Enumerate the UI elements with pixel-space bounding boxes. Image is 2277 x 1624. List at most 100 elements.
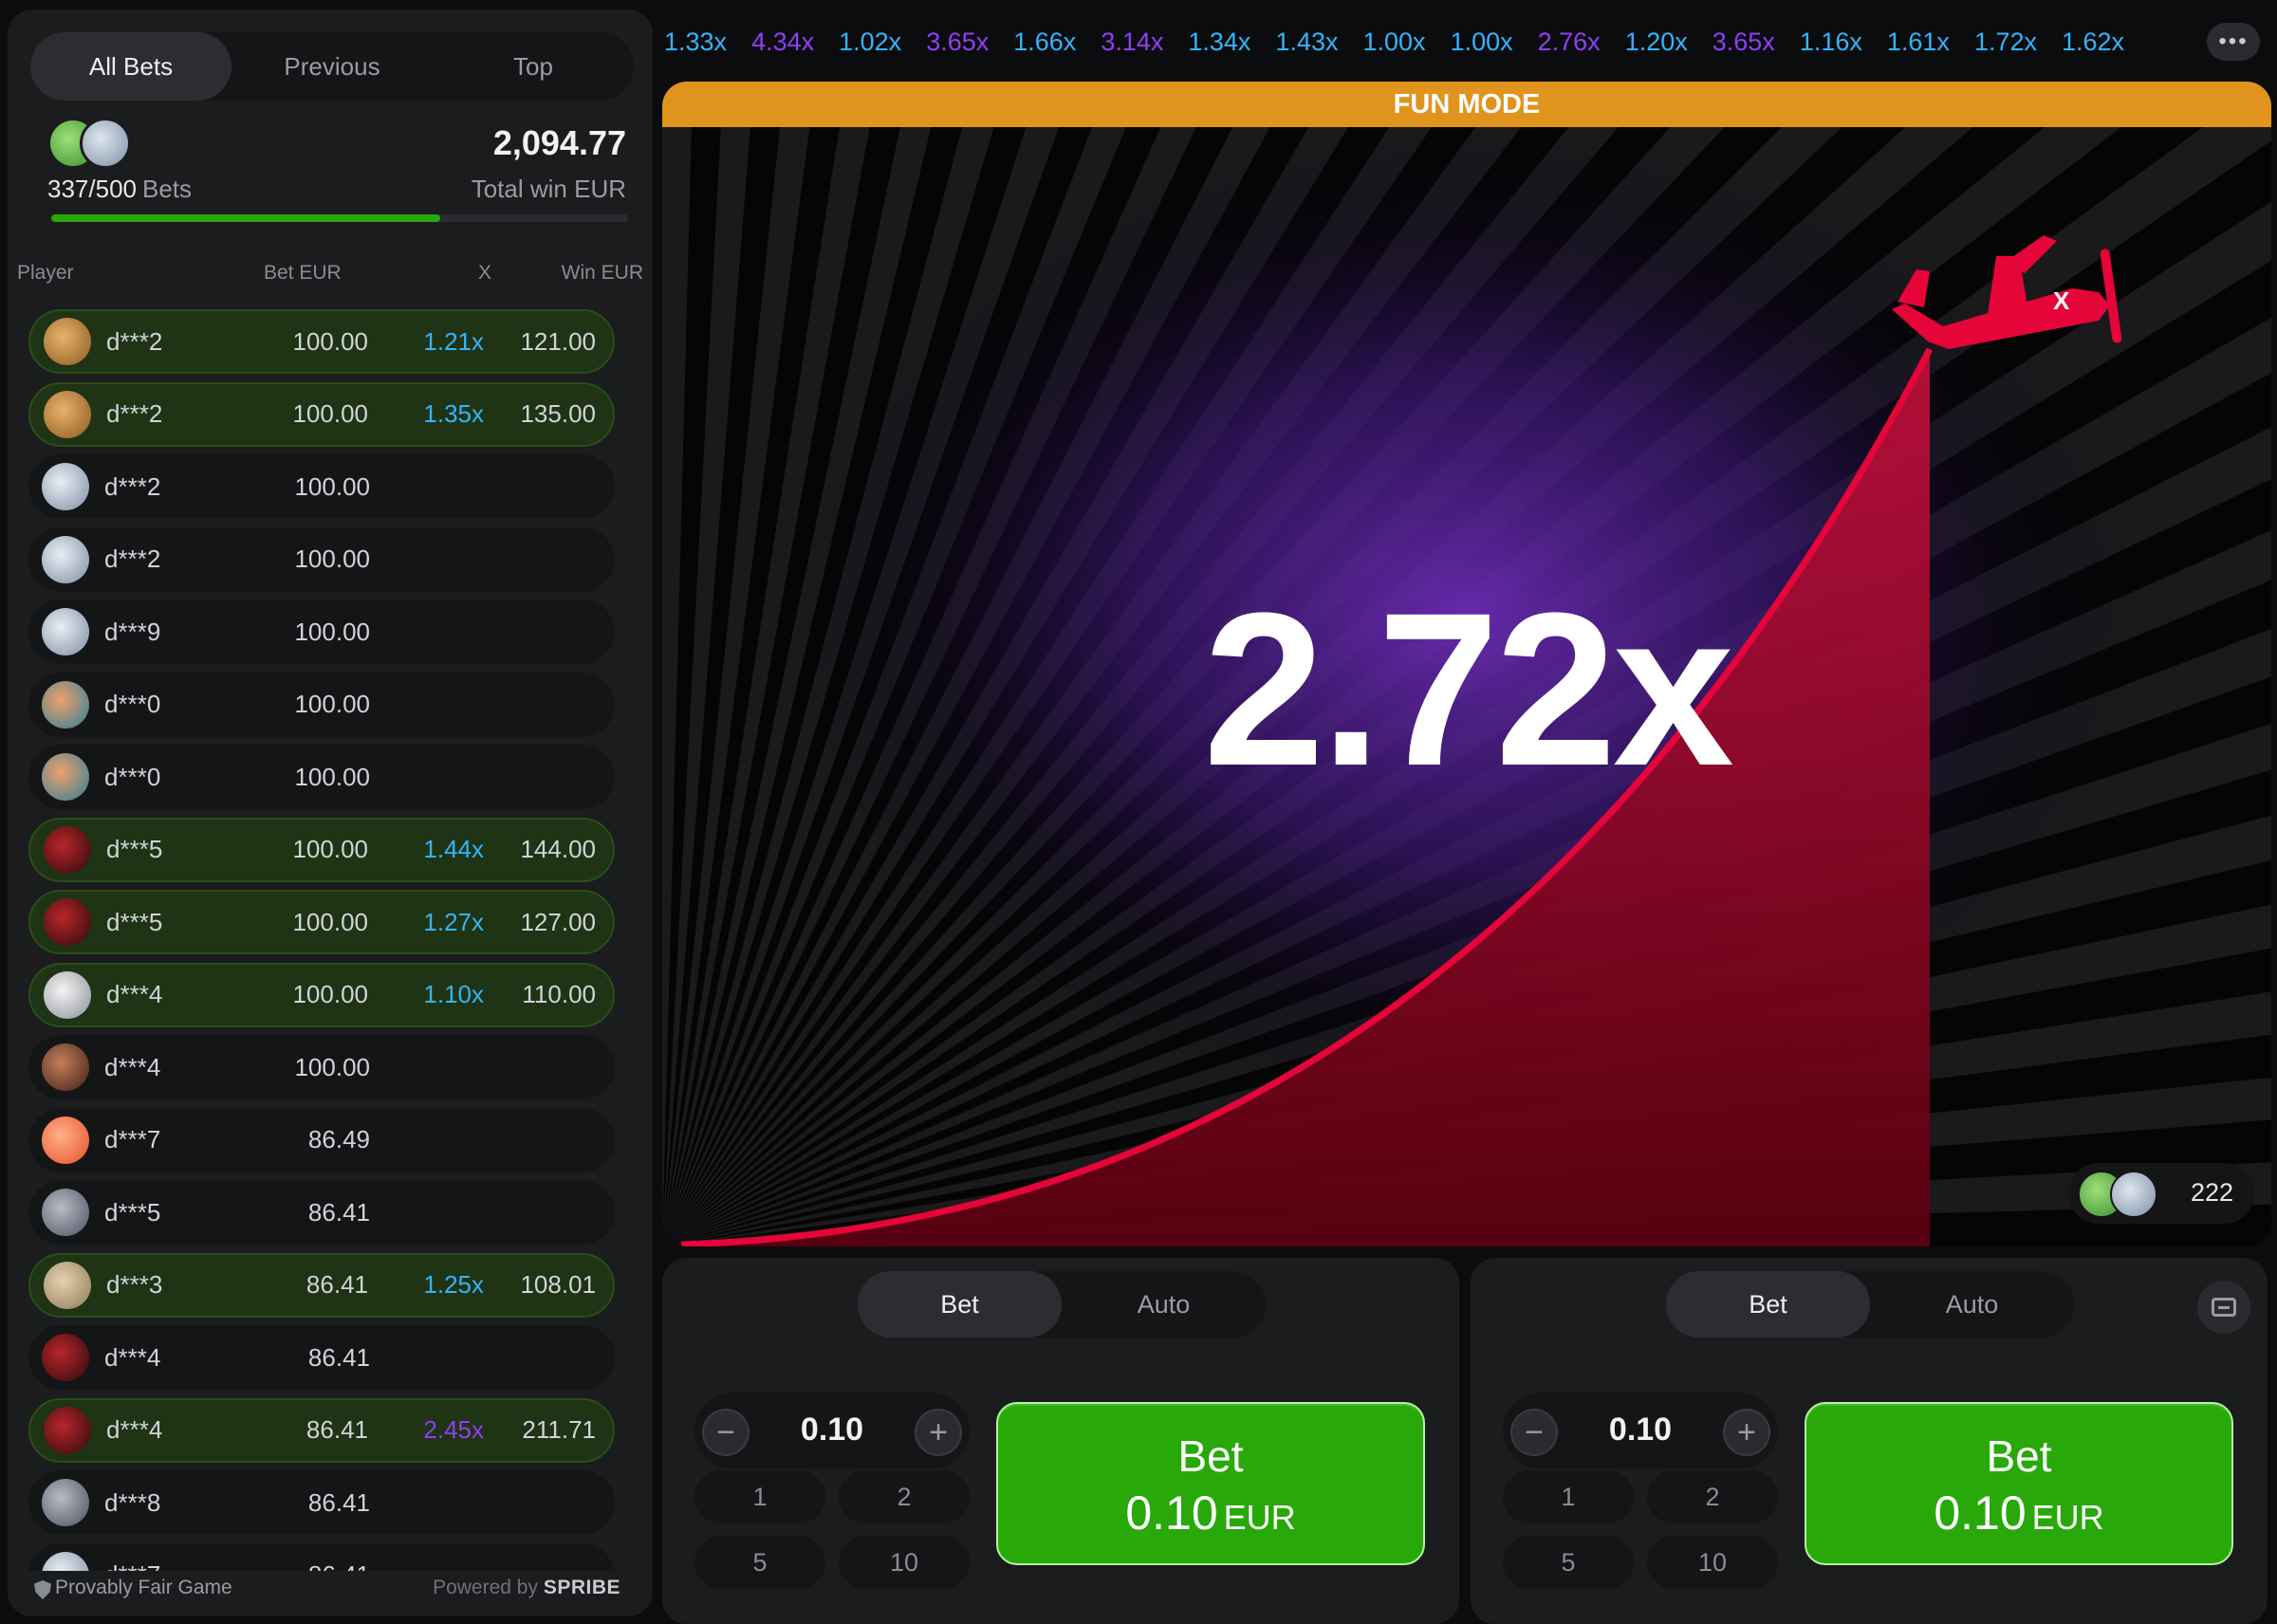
provably-fair-link[interactable]: Provably Fair Game <box>55 1577 232 1599</box>
bet-amount: 86.41 <box>307 1342 370 1372</box>
bet-row: d***3 86.41 1.25x 108.01 <box>28 1252 615 1318</box>
history-multiplier[interactable]: 1.33x <box>664 28 727 57</box>
quick-stake-10[interactable]: 10 <box>1647 1536 1778 1589</box>
bet-amount: 100.00 <box>294 690 370 718</box>
grapefruit-avatar <box>42 1116 89 1164</box>
history-multiplier[interactable]: 1.62x <box>2062 28 2124 57</box>
increase-stake-button[interactable]: + <box>1723 1409 1770 1456</box>
dice-avatar <box>42 1551 89 1571</box>
tab-bet[interactable]: Bet <box>1666 1271 1870 1338</box>
bets-tabs: All Bets Previous Top <box>30 32 634 101</box>
bet-row: d***0 100.00 <box>28 672 615 737</box>
quick-stake-2[interactable]: 2 <box>839 1470 970 1523</box>
cashout-multiplier: 1.44x <box>423 835 484 863</box>
bet-amount: 100.00 <box>294 617 370 646</box>
tab-auto[interactable]: Auto <box>1062 1271 1266 1338</box>
bet-amount: 86.41 <box>307 1197 370 1227</box>
player-name: d***2 <box>106 399 163 428</box>
history-multiplier[interactable]: 2.76x <box>1538 28 1601 57</box>
increase-stake-button[interactable]: + <box>915 1409 962 1456</box>
bet-row: d***2 100.00 1.21x 121.00 <box>28 309 615 374</box>
tab-top[interactable]: Top <box>433 32 634 101</box>
player-name: d***4 <box>106 980 163 1008</box>
history-multiplier[interactable]: 1.00x <box>1451 28 1513 57</box>
history-multiplier[interactable]: 3.14x <box>1101 28 1163 57</box>
bet-amount: 100.00 <box>292 835 368 863</box>
player-name: d***4 <box>104 1052 161 1081</box>
bet-row: d***4 86.41 2.45x 211.71 <box>28 1397 615 1463</box>
bet-row: d***5 100.00 1.44x 144.00 <box>28 817 615 882</box>
tab-previous[interactable]: Previous <box>231 32 433 101</box>
svg-text:X: X <box>2053 286 2070 315</box>
quick-stake-5[interactable]: 5 <box>694 1536 825 1589</box>
bets-summary: 337/500 Bets 2,094.77 Total win EUR <box>30 114 634 235</box>
bet-row: d***4 100.00 <box>28 1035 615 1099</box>
history-multiplier[interactable]: 1.00x <box>1363 28 1426 57</box>
cashout-multiplier: 1.21x <box>423 326 484 356</box>
bets-progress-bar <box>51 214 628 222</box>
bet-amount: 100.00 <box>292 326 368 356</box>
sunglasses-avatar <box>42 1043 89 1091</box>
column-player: Player <box>17 262 74 284</box>
quick-stake-1[interactable]: 1 <box>694 1470 825 1523</box>
bet-row: d***0 100.00 <box>28 745 615 809</box>
tab-auto[interactable]: Auto <box>1870 1271 2074 1338</box>
dice-avatar <box>42 463 89 510</box>
cashout-multiplier: 1.35x <box>423 399 484 428</box>
history-multiplier[interactable]: 4.34x <box>751 28 814 57</box>
bet-button-currency: EUR <box>1223 1498 1296 1537</box>
remove-panel-button[interactable] <box>2197 1281 2250 1334</box>
quick-stake-1[interactable]: 1 <box>1503 1470 1634 1523</box>
bets-sidebar: All Bets Previous Top 337/500 Bets 2,094.… <box>8 9 653 1616</box>
spribe-logo: SPRIBE <box>543 1577 620 1598</box>
car-avatar <box>42 1334 89 1381</box>
history-multiplier[interactable]: 1.43x <box>1275 28 1338 57</box>
bet-row: d***8 86.41 <box>28 1470 615 1535</box>
place-bet-button[interactable]: Bet 0.10 EUR <box>1805 1402 2233 1565</box>
history-multiplier[interactable]: 1.02x <box>839 28 901 57</box>
bet-button-label: Bet <box>1986 1431 2052 1481</box>
bet-amount: 100.00 <box>292 907 368 936</box>
history-multiplier[interactable]: 1.16x <box>1800 28 1862 57</box>
stake-stepper: − 0.10 + <box>1503 1393 1778 1468</box>
bet-panel-tabs: Bet Auto <box>858 1271 1266 1338</box>
quick-stake-buttons: 1 2 5 10 <box>1503 1470 1778 1594</box>
win-amount: 135.00 <box>520 399 596 428</box>
bet-button-currency: EUR <box>2031 1498 2104 1537</box>
player-name: d***5 <box>106 907 163 936</box>
quick-stake-2[interactable]: 2 <box>1647 1470 1778 1523</box>
place-bet-button[interactable]: Bet 0.10 EUR <box>996 1402 1425 1565</box>
tab-bet[interactable]: Bet <box>858 1271 1062 1338</box>
history-multiplier[interactable]: 1.61x <box>1887 28 1950 57</box>
bet-amount: 100.00 <box>292 399 368 428</box>
bet-button-label: Bet <box>1177 1431 1244 1481</box>
win-amount: 144.00 <box>520 835 596 863</box>
more-history-button[interactable]: ••• <box>2207 23 2260 61</box>
bet-amount: 100.00 <box>292 980 368 1008</box>
win-amount: 121.00 <box>520 326 596 356</box>
fun-mode-banner: FUN MODE <box>662 82 2271 127</box>
quick-stake-5[interactable]: 5 <box>1503 1536 1634 1589</box>
portrait-avatar <box>42 680 89 729</box>
summary-avatars <box>47 118 133 169</box>
history-multiplier[interactable]: 3.65x <box>1712 28 1775 57</box>
bet-panel-tabs: Bet Auto <box>1666 1271 2074 1338</box>
quick-stake-10[interactable]: 10 <box>839 1536 970 1589</box>
history-multiplier[interactable]: 1.20x <box>1625 28 1688 57</box>
bets-progress-fill <box>51 214 440 222</box>
bet-amount: 86.41 <box>307 1487 370 1517</box>
history-multiplier[interactable]: 1.34x <box>1188 28 1250 57</box>
total-win-value: 2,094.77 <box>492 123 626 162</box>
tab-all-bets[interactable]: All Bets <box>30 32 231 101</box>
history-multiplier[interactable]: 1.72x <box>1974 28 2037 57</box>
player-name: d***3 <box>106 1270 163 1299</box>
history-multiplier[interactable]: 3.65x <box>926 28 989 57</box>
current-multiplier: 2.72x <box>1203 567 1734 811</box>
bet-row: d***5 100.00 1.27x 127.00 <box>28 890 615 954</box>
win-amount: 127.00 <box>520 907 596 936</box>
player-name: d***0 <box>104 690 161 718</box>
eagle-avatar <box>44 970 91 1019</box>
history-multiplier[interactable]: 1.66x <box>1013 28 1076 57</box>
bet-button-amount: 0.10 <box>1934 1486 2027 1540</box>
online-players-count: 222 <box>2190 1178 2233 1207</box>
